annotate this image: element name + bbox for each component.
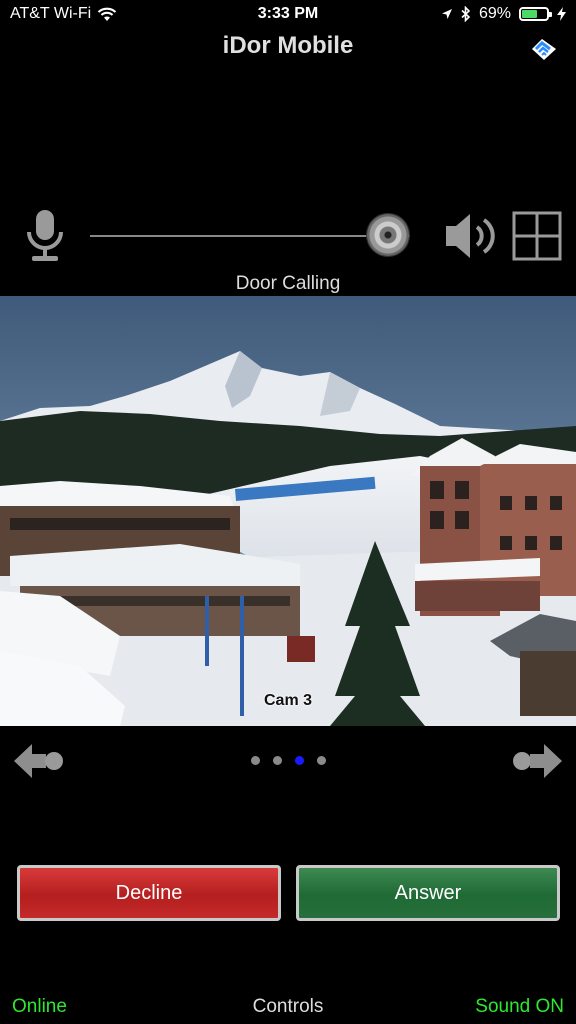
arrow-right-icon[interactable] <box>508 741 564 781</box>
decline-button[interactable]: Decline <box>17 865 281 921</box>
page-dot[interactable] <box>316 756 326 765</box>
battery-percent: 69% <box>478 5 511 22</box>
page-indicator[interactable] <box>0 756 576 765</box>
app-logo-icon[interactable] <box>530 36 558 62</box>
camera-label: Cam 3 <box>263 692 313 709</box>
page-dot[interactable] <box>250 756 260 765</box>
speaker-icon[interactable] <box>444 210 502 262</box>
volume-slider-knob[interactable] <box>367 214 409 256</box>
app-title: iDor Mobile <box>222 32 354 59</box>
decline-label: Decline <box>115 881 183 904</box>
page-dot[interactable] <box>272 756 282 765</box>
volume-slider-track[interactable] <box>90 235 410 237</box>
call-status: Door Calling <box>235 273 341 294</box>
answer-button[interactable]: Answer <box>296 865 560 921</box>
camera-feed[interactable] <box>0 296 576 726</box>
location-arrow-icon <box>441 9 452 19</box>
bluetooth-icon <box>461 6 471 22</box>
charging-bolt-icon <box>557 7 566 21</box>
answer-label: Answer <box>394 881 462 904</box>
sound-toggle[interactable]: Sound ON <box>475 996 564 1018</box>
battery-icon <box>519 7 552 21</box>
status-right-group: 69% <box>441 5 566 23</box>
battery-fill <box>522 10 537 18</box>
status-bar: AT&T Wi-Fi 3:33 PM 69% <box>0 0 576 30</box>
page-dot[interactable] <box>294 756 304 765</box>
grid-layout-icon[interactable] <box>512 211 562 261</box>
microphone-icon[interactable] <box>24 208 66 264</box>
